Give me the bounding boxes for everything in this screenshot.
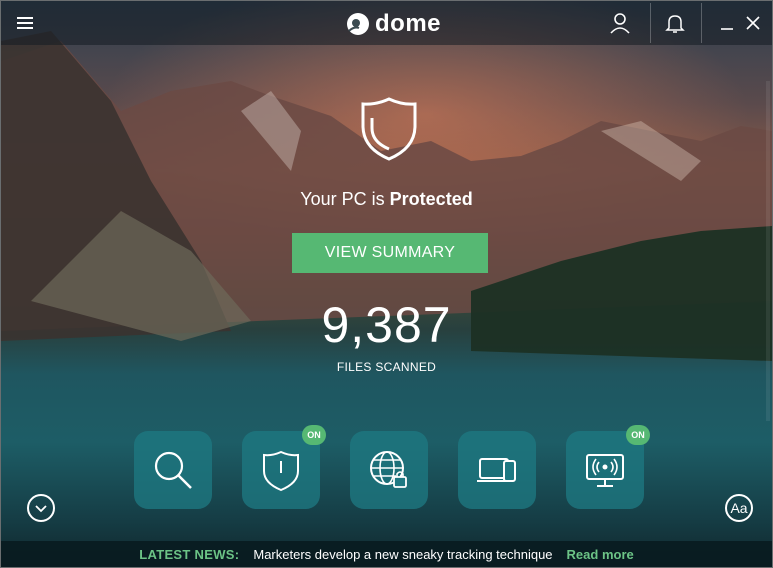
- on-badge: ON: [302, 425, 326, 445]
- status-state: Protected: [389, 189, 473, 209]
- titlebar-divider: [701, 3, 702, 43]
- status-prefix: Your PC is: [300, 189, 390, 209]
- logo-icon: [347, 13, 369, 35]
- news-headline[interactable]: Marketers develop a new sneaky tracking …: [253, 547, 552, 562]
- files-scanned-label: FILES SCANNED: [336, 360, 437, 374]
- accessibility-button[interactable]: Aa: [725, 494, 753, 522]
- news-label: LATEST NEWS:: [139, 546, 240, 562]
- menu-icon[interactable]: [17, 17, 35, 31]
- files-scanned-count: 9,387: [321, 297, 452, 353]
- app-name: dome: [375, 10, 442, 37]
- app-logo: dome: [345, 10, 442, 37]
- title-bar: dome: [1, 1, 772, 45]
- wifi-monitor-tile[interactable]: ON: [566, 425, 650, 509]
- shield-icon: [263, 450, 299, 492]
- web-protection-tile[interactable]: [350, 431, 428, 509]
- minimize-icon[interactable]: [715, 11, 739, 35]
- expand-button[interactable]: [27, 494, 55, 522]
- protection-shield-icon: [361, 97, 417, 161]
- close-icon[interactable]: [741, 11, 765, 35]
- titlebar-divider: [650, 3, 651, 43]
- shield-tile[interactable]: ON: [242, 425, 326, 509]
- view-summary-button[interactable]: VIEW SUMMARY: [292, 233, 488, 273]
- devices-icon: [477, 458, 516, 482]
- on-badge: ON: [626, 425, 650, 445]
- devices-tile[interactable]: [458, 431, 536, 509]
- scan-tile[interactable]: [134, 431, 212, 509]
- news-bar: LATEST NEWS: Marketers develop a new sne…: [1, 541, 772, 567]
- web-lock-icon: [370, 451, 407, 488]
- app-window: dome Your PC is Protected VIEW SUMMARY 9…: [0, 0, 773, 568]
- wifi-monitor-icon: [586, 454, 624, 487]
- read-more-link[interactable]: Read more: [567, 547, 634, 562]
- user-icon[interactable]: [608, 11, 632, 35]
- bell-icon[interactable]: [663, 11, 687, 35]
- search-icon: [154, 451, 192, 489]
- protection-status: Your PC is Protected: [1, 189, 772, 210]
- chevron-down-icon: [35, 505, 47, 513]
